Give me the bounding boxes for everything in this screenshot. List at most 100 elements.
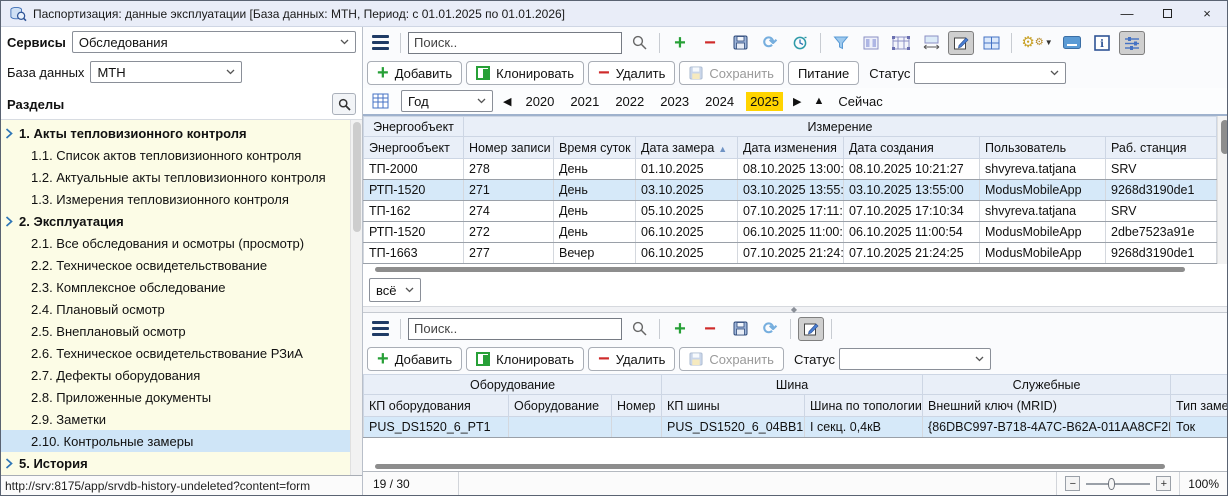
show-all-select[interactable]: всё	[369, 278, 421, 302]
fit-width-button[interactable]	[918, 31, 944, 55]
tune-button[interactable]	[1119, 31, 1145, 55]
zoom-slider-thumb[interactable]	[1108, 478, 1115, 490]
zoom-out-button[interactable]: −	[1065, 476, 1080, 491]
clone-button[interactable]: Клонировать	[466, 347, 584, 371]
tree-item[interactable]: 2.6. Техническое освидетельствование РЗи…	[1, 342, 350, 364]
column-header[interactable]: Раб. станция	[1106, 137, 1217, 159]
now-button[interactable]: Сейчас	[834, 94, 886, 109]
cell[interactable]: {86DBC997-B718-4A7C-B62A-011AA8CF2F81}	[923, 417, 1171, 438]
cell[interactable]: 08.10.2025 10:21:27	[844, 159, 980, 180]
panel-splitter[interactable]: ◆	[363, 306, 1227, 313]
cell[interactable]: 06.10.2025	[636, 222, 738, 243]
cell[interactable]: ТП-2000	[364, 159, 464, 180]
services-select[interactable]: Обследования	[72, 31, 356, 53]
cell[interactable]: 08.10.2025 13:00:58	[738, 159, 844, 180]
save-button-icon[interactable]	[727, 317, 753, 341]
year-option[interactable]: 2023	[656, 92, 693, 111]
tree-item[interactable]: 2. Эксплуатация	[1, 210, 350, 232]
column-chooser-button[interactable]	[858, 31, 884, 55]
cell[interactable]: 07.10.2025 17:11:53	[738, 201, 844, 222]
cell[interactable]: РТП-1520	[364, 180, 464, 201]
settings-button[interactable]: ⚙⚙▼	[1019, 31, 1055, 55]
cell[interactable]: День	[554, 159, 636, 180]
cell[interactable]: I секц. 0,4кВ	[805, 417, 923, 438]
cell[interactable]: 07.10.2025 21:24:25	[844, 243, 980, 264]
clone-button[interactable]: Клонировать	[466, 61, 584, 85]
tree-item[interactable]: 1.1. Список актов тепловизионного контро…	[1, 144, 350, 166]
calendar-button[interactable]	[367, 89, 393, 113]
search-input[interactable]	[408, 32, 622, 54]
delete-button[interactable]: −Удалить	[588, 347, 675, 371]
cell[interactable]: Ток	[1171, 417, 1227, 438]
year-option-selected[interactable]: 2025	[746, 92, 783, 111]
column-header[interactable]: КП оборудования	[364, 395, 509, 417]
zoom-slider[interactable]	[1086, 483, 1150, 485]
year-option[interactable]: 2022	[611, 92, 648, 111]
menu-button[interactable]	[367, 317, 393, 341]
table-layout-button[interactable]	[888, 31, 914, 55]
scrollbar-thumb[interactable]	[375, 464, 1165, 469]
column-header-sorted[interactable]: Дата замера▲	[636, 137, 738, 159]
column-header[interactable]: КП шины	[662, 395, 805, 417]
cell[interactable]: 07.10.2025 21:24:25	[738, 243, 844, 264]
zoom-in-button[interactable]: +	[1156, 476, 1171, 491]
add-button[interactable]: +Добавить	[367, 347, 462, 371]
cell[interactable]: Вечер	[554, 243, 636, 264]
add-button[interactable]: +Добавить	[367, 61, 462, 85]
tree-item[interactable]: 2.2. Техническое освидетельствование	[1, 254, 350, 276]
tree-item[interactable]: 2.1. Все обследования и осмотры (просмот…	[1, 232, 350, 254]
delete-button-icon[interactable]: −	[697, 317, 723, 341]
delete-button[interactable]: −Удалить	[588, 61, 675, 85]
column-header[interactable]: Тип замера	[1171, 395, 1227, 417]
tree-scrollbar[interactable]	[350, 120, 362, 475]
scrollbar-thumb[interactable]	[1221, 120, 1228, 154]
year-option[interactable]: 2020	[521, 92, 558, 111]
column-header[interactable]: Внешний ключ (MRID)	[923, 395, 1171, 417]
menu-button[interactable]	[367, 31, 393, 55]
info-button[interactable]: i	[1089, 31, 1115, 55]
cell[interactable]: SRV	[1106, 159, 1217, 180]
add-button-icon[interactable]: +	[667, 317, 693, 341]
tree-item[interactable]: 2.7. Дефекты оборудования	[1, 364, 350, 386]
table1-horizontal-scrollbar[interactable]	[363, 264, 1227, 274]
minimize-button[interactable]: —	[1107, 1, 1147, 26]
tree-item[interactable]: 2.3. Комплексное обследование	[1, 276, 350, 298]
cell[interactable]: 05.10.2025	[636, 201, 738, 222]
save-button[interactable]: Сохранить	[679, 61, 784, 85]
save-button[interactable]: Сохранить	[679, 347, 784, 371]
save-button-icon[interactable]	[727, 31, 753, 55]
search-input[interactable]	[408, 318, 622, 340]
column-header[interactable]: Дата создания	[844, 137, 980, 159]
search-button[interactable]	[626, 317, 652, 341]
cell[interactable]: День	[554, 180, 636, 201]
cell[interactable]: 07.10.2025 17:10:34	[844, 201, 980, 222]
tree-item[interactable]: 2.8. Приложенные документы	[1, 386, 350, 408]
cell[interactable]: 2dbe7523a91e	[1106, 222, 1217, 243]
column-header[interactable]: Оборудование	[509, 395, 612, 417]
cell[interactable]: ModusMobileApp	[980, 243, 1106, 264]
close-button[interactable]: ×	[1187, 1, 1227, 26]
cell[interactable]: shvyreva.tatjana	[980, 201, 1106, 222]
column-header[interactable]: Время суток	[554, 137, 636, 159]
cell[interactable]: PUS_DS1520_6_PT1	[364, 417, 509, 438]
period-mode-select[interactable]: Год	[401, 90, 493, 112]
cell[interactable]: ТП-1663	[364, 243, 464, 264]
merge-view-button[interactable]	[978, 31, 1004, 55]
cell[interactable]: 01.10.2025	[636, 159, 738, 180]
cell[interactable]: День	[554, 222, 636, 243]
column-header[interactable]: Номер записи	[464, 137, 554, 159]
filter-button[interactable]	[828, 31, 854, 55]
tree-scrollbar-thumb[interactable]	[353, 122, 361, 232]
table-row[interactable]: ТП-162274День05.10.202507.10.2025 17:11:…	[364, 201, 1217, 222]
sections-search-button[interactable]	[332, 93, 356, 115]
cell[interactable]: ModusMobileApp	[980, 222, 1106, 243]
table-row-selected[interactable]: РТП-1520271День03.10.202503.10.2025 13:5…	[364, 180, 1217, 201]
column-header[interactable]: Шина по топологии	[805, 395, 923, 417]
cell[interactable]: ТП-162	[364, 201, 464, 222]
column-header[interactable]: Пользователь	[980, 137, 1106, 159]
status-select[interactable]	[839, 348, 991, 370]
tree-item-selected[interactable]: 2.10. Контрольные замеры	[1, 430, 350, 452]
tree-item[interactable]: 1.3. Измерения тепловизионного контроля	[1, 188, 350, 210]
year-option[interactable]: 2024	[701, 92, 738, 111]
cell[interactable]: 9268d3190de1	[1106, 243, 1217, 264]
